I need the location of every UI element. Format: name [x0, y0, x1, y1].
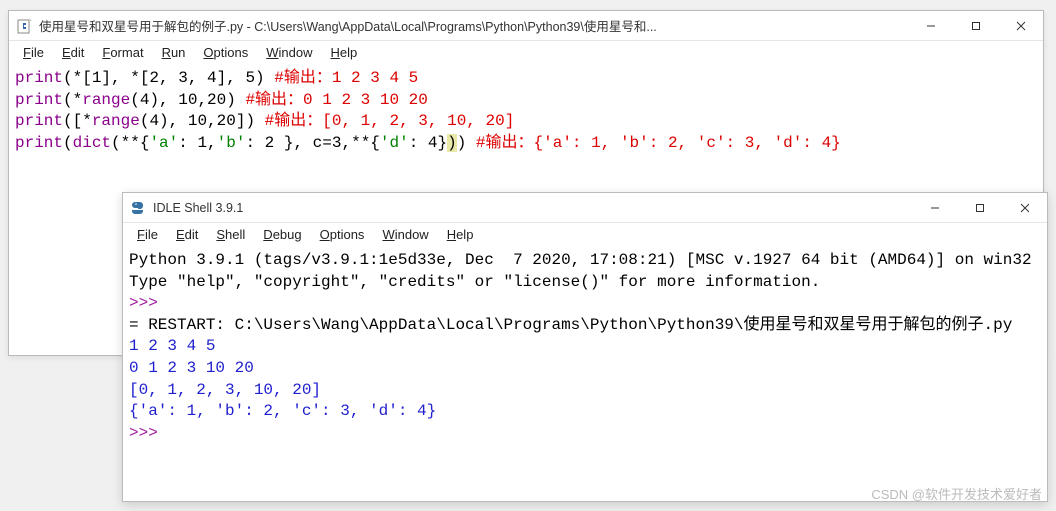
menu-file[interactable]: File [15, 43, 52, 62]
code-token: print [15, 69, 63, 87]
code-token: ) [447, 134, 457, 152]
idle-icon [131, 200, 147, 216]
shell-title: IDLE Shell 3.9.1 [153, 201, 912, 215]
editor-code-area[interactable]: print(*[1], *[2, 3, 4], 5) #输出：1 2 3 4 5… [9, 66, 1043, 156]
maximize-button[interactable] [953, 11, 998, 40]
code-line: print([*range(4), 10,20]) #输出：[0, 1, 2, … [15, 111, 1037, 133]
code-token: (*[1], *[2, 3, 4], 5) [63, 69, 274, 87]
code-line: print(*range(4), 10,20) #输出：0 1 2 3 10 2… [15, 90, 1037, 112]
shell-restart-line: = RESTART: C:\Users\Wang\AppData\Local\P… [129, 316, 1012, 334]
code-token: : 4} [409, 134, 447, 152]
shell-prompt: >>> [129, 294, 158, 312]
code-token: (4), 10,20) [130, 91, 245, 109]
menu-format[interactable]: Format [94, 43, 151, 62]
shell-output-line: 0 1 2 3 10 20 [129, 359, 254, 377]
close-button[interactable] [1002, 193, 1047, 222]
python-file-icon [17, 18, 33, 34]
code-token: range [92, 112, 140, 130]
code-token: ) [457, 134, 476, 152]
code-token: (4), 10,20]) [140, 112, 265, 130]
watermark: CSDN @软件开发技术爱好者 [871, 484, 1042, 503]
menu-run[interactable]: Run [154, 43, 194, 62]
shell-banner-line1: Python 3.9.1 (tags/v3.9.1:1e5d33e, Dec 7… [129, 251, 1032, 269]
code-token: (* [63, 91, 82, 109]
code-token: : 2 }, c=3,**{ [245, 134, 379, 152]
menu-window[interactable]: Window [374, 225, 436, 244]
code-token: (**{ [111, 134, 149, 152]
minimize-button[interactable] [912, 193, 957, 222]
code-token: 'd' [380, 134, 409, 152]
code-token: print [15, 112, 63, 130]
code-token: #输出：{'a': 1, 'b': 2, 'c': 3, 'd': 4} [476, 134, 841, 152]
menu-help[interactable]: Help [323, 43, 366, 62]
code-token: ([* [63, 112, 92, 130]
shell-prompt: >>> [129, 424, 158, 442]
shell-window-controls [912, 193, 1047, 222]
shell-output-line: [0, 1, 2, 3, 10, 20] [129, 381, 321, 399]
code-token: : 1, [178, 134, 216, 152]
menu-options[interactable]: Options [312, 225, 373, 244]
menu-file[interactable]: File [129, 225, 166, 244]
menu-edit[interactable]: Edit [168, 225, 206, 244]
shell-output-line: {'a': 1, 'b': 2, 'c': 3, 'd': 4} [129, 402, 436, 420]
code-token: #输出：1 2 3 4 5 [274, 69, 418, 87]
menu-edit[interactable]: Edit [54, 43, 92, 62]
code-token: dict [73, 134, 111, 152]
maximize-button[interactable] [957, 193, 1002, 222]
shell-banner-line2: Type "help", "copyright", "credits" or "… [129, 273, 820, 291]
editor-title: 使用星号和双星号用于解包的例子.py - C:\Users\Wang\AppDa… [39, 16, 908, 35]
menu-shell[interactable]: Shell [208, 225, 253, 244]
code-line: print(dict(**{'a': 1,'b': 2 }, c=3,**{'d… [15, 133, 1037, 155]
close-button[interactable] [998, 11, 1043, 40]
editor-window-controls [908, 11, 1043, 40]
menu-window[interactable]: Window [258, 43, 320, 62]
code-token: #输出：[0, 1, 2, 3, 10, 20] [265, 112, 515, 130]
code-token: ( [63, 134, 73, 152]
code-token: #输出：0 1 2 3 10 20 [245, 91, 427, 109]
editor-titlebar[interactable]: 使用星号和双星号用于解包的例子.py - C:\Users\Wang\AppDa… [9, 11, 1043, 41]
shell-window: IDLE Shell 3.9.1 File Edit Shell Debug O… [122, 192, 1048, 502]
minimize-button[interactable] [908, 11, 953, 40]
menu-debug[interactable]: Debug [255, 225, 309, 244]
shell-output-line: 1 2 3 4 5 [129, 337, 215, 355]
shell-menubar: File Edit Shell Debug Options Window Hel… [123, 223, 1047, 248]
code-token: print [15, 134, 63, 152]
code-token: 'a' [149, 134, 178, 152]
shell-titlebar[interactable]: IDLE Shell 3.9.1 [123, 193, 1047, 223]
code-token: 'b' [217, 134, 246, 152]
code-line: print(*[1], *[2, 3, 4], 5) #输出：1 2 3 4 5 [15, 68, 1037, 90]
editor-menubar: File Edit Format Run Options Window Help [9, 41, 1043, 66]
code-token: range [82, 91, 130, 109]
menu-options[interactable]: Options [195, 43, 256, 62]
menu-help[interactable]: Help [439, 225, 482, 244]
shell-output-area[interactable]: Python 3.9.1 (tags/v3.9.1:1e5d33e, Dec 7… [123, 248, 1047, 446]
code-token: print [15, 91, 63, 109]
